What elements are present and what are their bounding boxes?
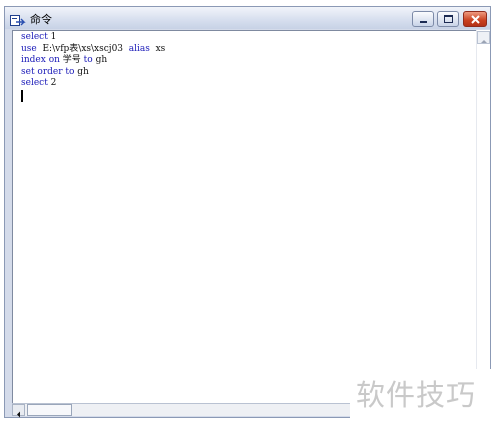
command-argument: gh (74, 66, 89, 77)
command-editor[interactable]: select 1 use E:\vfp表\xs\xscj03 alias xs in… (12, 30, 486, 403)
scroll-left-button[interactable] (12, 404, 25, 418)
command-argument: E:\vfp表\xs\xscj03 (36, 43, 129, 54)
command-line: select 2 (21, 78, 165, 90)
command-text: select 1 use E:\vfp表\xs\xscj03 alias xs in… (21, 32, 165, 90)
close-button[interactable] (463, 11, 487, 27)
command-keyword: alias (128, 43, 150, 54)
vertical-scrollbar[interactable] (476, 30, 490, 403)
arrow-left-icon (17, 411, 20, 418)
command-argument: 学号 (59, 55, 84, 65)
maximize-button[interactable] (437, 11, 459, 27)
title-bar[interactable]: 命令 (5, 7, 490, 29)
command-keyword: select (21, 78, 48, 88)
close-icon (471, 15, 480, 24)
command-keyword: set order to (21, 66, 75, 77)
minimize-icon (420, 21, 427, 23)
command-keyword: index on (21, 55, 60, 65)
minimize-button[interactable] (412, 11, 434, 27)
command-argument: gh (92, 55, 108, 65)
command-argument: 2 (47, 78, 57, 88)
text-caret (21, 90, 23, 102)
command-keyword: use (21, 43, 37, 54)
command-keyword: select (21, 32, 48, 42)
arrow-up-icon (481, 40, 487, 43)
command-window: 命令 select 1 use E:\vfp表\xs\xscj03 alias x… (4, 6, 491, 418)
command-argument: 1 (47, 32, 57, 42)
maximize-icon (444, 15, 453, 23)
watermark-text: 软件技巧 (356, 378, 477, 412)
command-window-icon (10, 12, 26, 26)
scroll-up-button[interactable] (477, 31, 490, 44)
command-line: use E:\vfp表\xs\xscj03 alias xs (21, 44, 165, 56)
command-line: select 1 (21, 32, 165, 44)
horizontal-scroll-thumb[interactable] (27, 404, 72, 416)
watermark: 软件技巧 (350, 369, 500, 421)
command-line: index on 学号 to gh (21, 55, 165, 67)
command-argument: xs (149, 43, 166, 54)
window-title: 命令 (30, 13, 52, 26)
command-line: set order to gh (21, 67, 165, 79)
command-keyword: to (83, 55, 93, 65)
